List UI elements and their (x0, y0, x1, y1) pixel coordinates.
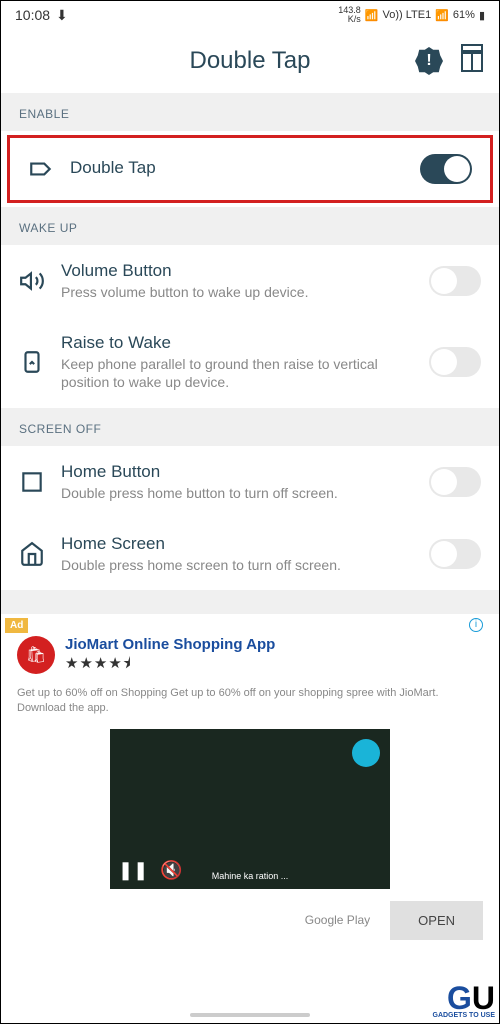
download-icon: ⬇ (56, 7, 68, 24)
section-wakeup-header: WAKE UP (1, 207, 499, 245)
toggle-volume-button[interactable] (429, 266, 481, 296)
nav-indicator[interactable] (190, 1013, 310, 1017)
toggle-raise-to-wake[interactable] (429, 347, 481, 377)
ad-open-button[interactable]: OPEN (390, 901, 483, 940)
setting-desc: Double press home button to turn off scr… (61, 484, 413, 502)
section-screenoff-header: SCREEN OFF (1, 408, 499, 446)
signal-icon: 📶 (435, 9, 449, 22)
toggle-double-tap[interactable] (420, 154, 472, 184)
ad-container: Ad i 🛍 JioMart Online Shopping App ★★★★⯨… (1, 614, 499, 950)
setting-title: Volume Button (61, 261, 413, 281)
ad-app-icon[interactable]: 🛍 (17, 636, 55, 674)
setting-desc: Keep phone parallel to ground then raise… (61, 355, 413, 391)
ad-video[interactable]: ❚❚ 🔇 Mahine ka ration ... (110, 729, 390, 889)
spacer (1, 590, 499, 614)
page-title: Double Tap (190, 47, 311, 75)
setting-raise-to-wake[interactable]: Raise to Wake Keep phone parallel to gro… (1, 317, 499, 407)
wifi-icon: 📶 (365, 9, 379, 22)
setting-desc: Double press home screen to turn off scr… (61, 556, 413, 574)
setting-title: Double Tap (70, 158, 404, 178)
setting-title: Raise to Wake (61, 333, 413, 353)
ad-description: Get up to 60% off on Shopping Get up to … (17, 686, 483, 717)
home-icon (19, 541, 45, 567)
ad-app-title[interactable]: JioMart Online Shopping App (65, 636, 275, 653)
setting-title: Home Screen (61, 534, 413, 554)
status-time: 10:08 (15, 7, 50, 23)
status-battery: 61% (453, 9, 475, 21)
video-caption: Mahine ka ration ... (212, 871, 289, 881)
status-bar: 10:08 ⬇ 143.8 K/s 📶 Vo)) LTE1 📶 61% ▮ (1, 1, 499, 29)
setting-desc: Press volume button to wake up device. (61, 283, 413, 301)
square-icon (19, 469, 45, 495)
jio-badge-icon (352, 739, 380, 767)
setting-title: Home Button (61, 462, 413, 482)
ad-info-icon[interactable]: i (469, 618, 483, 632)
toggle-home-button[interactable] (429, 467, 481, 497)
ad-rating-stars: ★★★★⯨ (65, 653, 275, 678)
battery-icon: ▮ (479, 9, 485, 22)
ad-source: Google Play (305, 913, 370, 927)
notification-badge-icon[interactable]: ! (415, 47, 443, 75)
volume-icon (19, 268, 45, 294)
app-header: Double Tap ! (1, 29, 499, 93)
setting-double-tap[interactable]: Double Tap (7, 135, 493, 203)
setting-volume-button[interactable]: Volume Button Press volume button to wak… (1, 245, 499, 317)
gift-icon[interactable] (461, 50, 483, 72)
setting-home-screen[interactable]: Home Screen Double press home screen to … (1, 518, 499, 590)
status-speed: 143.8 K/s (338, 6, 361, 24)
setting-home-button[interactable]: Home Button Double press home button to … (1, 446, 499, 518)
mute-icon[interactable]: 🔇 (160, 860, 182, 881)
phone-raise-icon (19, 349, 45, 375)
status-network: Vo)) LTE1 (382, 9, 431, 21)
pause-icon[interactable]: ❚❚ (118, 860, 148, 881)
tag-icon (28, 156, 54, 182)
section-enable-header: ENABLE (1, 93, 499, 131)
ad-label: Ad (5, 618, 28, 633)
watermark: GU GADGETS TO USE (433, 986, 496, 1019)
toggle-home-screen[interactable] (429, 539, 481, 569)
